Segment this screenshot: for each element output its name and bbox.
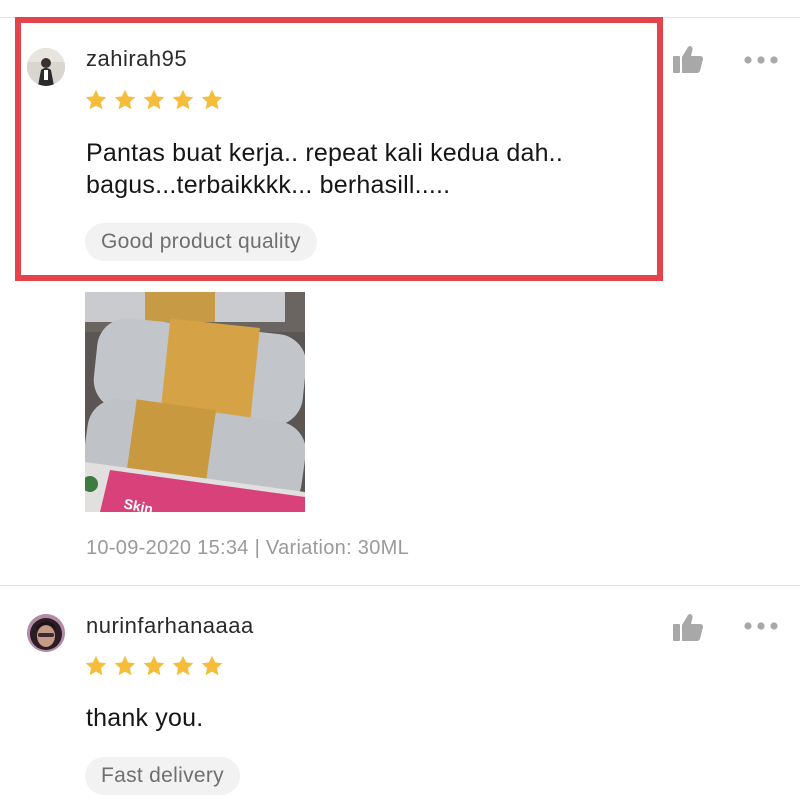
star-icon [143,655,165,676]
review-item: zahirah95 Pantas buat kerja.. repeat kal… [0,0,800,585]
review-tag: Fast delivery [85,757,240,795]
thumbs-up-icon[interactable] [672,612,704,642]
avatar-image [27,48,65,86]
more-dots-icon[interactable] [743,619,779,633]
user-avatar[interactable] [27,48,65,86]
star-icon [85,655,107,676]
user-avatar[interactable] [27,614,65,652]
review-text: thank you. [86,704,204,732]
star-icon [114,655,136,676]
review-photo[interactable]: Skin [85,292,305,512]
review-text: Pantas buat kerja.. repeat kali kedua da… [86,139,563,199]
review-item: nurinfarhanaaaa thank you. Fast delivery [0,586,800,800]
username[interactable]: nurinfarhanaaaa [86,613,254,639]
review-tag: Good product quality [85,223,317,261]
star-icon [85,89,107,110]
thumbs-up-icon[interactable] [672,44,704,74]
star-icon [201,655,223,676]
star-icon [172,655,194,676]
star-icon [201,89,223,110]
review-meta: 10-09-2020 15:34 | Variation: 30ML [86,537,410,559]
star-rating [84,88,224,112]
star-icon [143,89,165,110]
star-rating [84,654,224,678]
star-icon [114,89,136,110]
star-icon [172,89,194,110]
avatar-image [27,614,65,652]
username[interactable]: zahirah95 [86,46,187,72]
review-photo-image: Skin [85,292,305,512]
more-dots-icon[interactable] [743,53,779,67]
